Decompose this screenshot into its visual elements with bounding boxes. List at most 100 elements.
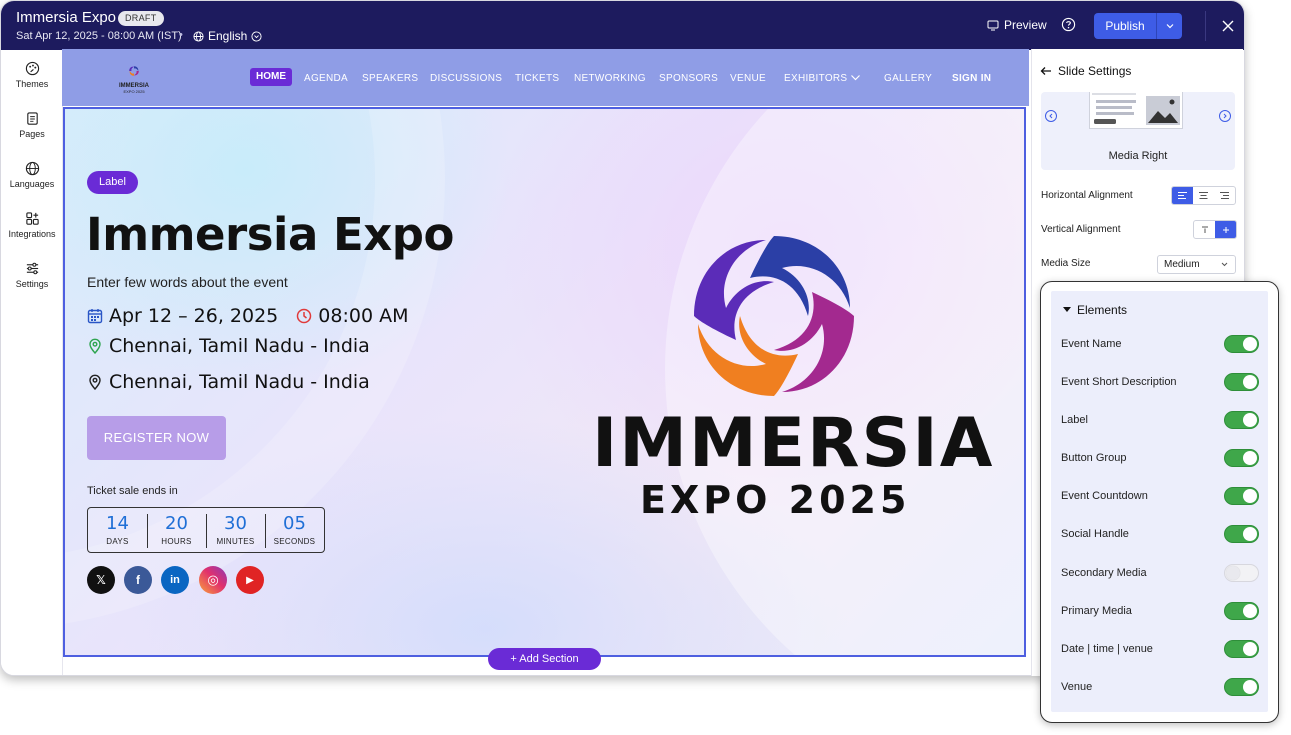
- element-row-primary-media: Primary Media: [1061, 602, 1259, 620]
- language-label: English: [208, 29, 248, 43]
- vertical-alignment-control: [1193, 220, 1237, 239]
- align-center-button[interactable]: [1193, 187, 1214, 204]
- layout-name: Media Right: [1108, 150, 1168, 162]
- top-bar: Immersia Expo DRAFT Sat Apr 12, 2025 - 0…: [1, 1, 1244, 50]
- close-icon[interactable]: [1221, 19, 1235, 33]
- sidebar-item-settings[interactable]: Settings: [1, 261, 63, 289]
- help-icon[interactable]: [1061, 17, 1076, 32]
- primary-media-logo-icon[interactable]: [690, 232, 858, 400]
- nav-agenda[interactable]: AGENDA: [304, 73, 348, 84]
- event-short-description-toggle[interactable]: [1224, 373, 1259, 391]
- location-pin-icon: [89, 374, 101, 390]
- countdown-value: 14: [106, 513, 129, 534]
- primary-media-toggle[interactable]: [1224, 602, 1259, 620]
- youtube-icon[interactable]: ▶: [236, 566, 264, 594]
- social-handle-toggle[interactable]: [1224, 525, 1259, 543]
- sidebar-item-languages[interactable]: Languages: [1, 161, 63, 189]
- nav-sponsors[interactable]: SPONSORS: [659, 73, 718, 84]
- site-logo[interactable]: IMMERSIA EXPO 2025: [116, 64, 152, 94]
- pages-icon: [26, 112, 38, 125]
- layout-thumbnail: [1089, 92, 1183, 129]
- back-arrow-icon[interactable]: [1040, 66, 1052, 76]
- secondary-media-toggle[interactable]: [1224, 564, 1259, 582]
- nav-sign-in[interactable]: SIGN IN: [952, 73, 991, 84]
- add-section-button[interactable]: + Add Section: [488, 648, 601, 670]
- nav-exhibitors[interactable]: EXHIBITORS: [784, 73, 847, 84]
- event-name[interactable]: Immersia Expo: [86, 208, 454, 261]
- hero-label-badge[interactable]: Label: [87, 171, 138, 194]
- nav-discussions[interactable]: DISCUSSIONS: [430, 73, 502, 84]
- nav-networking[interactable]: NETWORKING: [574, 73, 646, 84]
- button-group-toggle[interactable]: [1224, 449, 1259, 467]
- align-middle-icon: [1222, 226, 1229, 233]
- align-right-icon: [1220, 192, 1229, 199]
- integrations-icon: [25, 212, 39, 225]
- countdown-unit: MINUTES: [216, 537, 255, 546]
- align-right-button[interactable]: [1214, 187, 1235, 204]
- countdown-days: 14 DAYS: [88, 508, 147, 552]
- event-countdown-toggle[interactable]: [1224, 487, 1259, 505]
- media-size-value: Medium: [1164, 259, 1200, 270]
- element-row-venue: Venue: [1061, 678, 1259, 696]
- align-middle-button[interactable]: [1215, 221, 1236, 238]
- horizontal-alignment-control: [1171, 186, 1236, 205]
- register-now-button[interactable]: REGISTER NOW: [87, 416, 226, 460]
- logo-line2: EXPO 2025: [123, 89, 145, 94]
- previous-layout-button[interactable]: [1045, 110, 1057, 122]
- chevron-left-icon: [1049, 113, 1053, 119]
- stage: Immersia Expo DRAFT Sat Apr 12, 2025 - 0…: [0, 0, 1291, 735]
- preview-button[interactable]: Preview: [987, 18, 1047, 32]
- facebook-icon[interactable]: f: [124, 566, 152, 594]
- countdown-value: 05: [283, 513, 306, 534]
- logo-mark-icon: [129, 66, 139, 76]
- event-name-toggle[interactable]: [1224, 335, 1259, 353]
- element-row-event-short-description: Event Short Description: [1061, 373, 1259, 391]
- nav-speakers[interactable]: SPEAKERS: [362, 73, 418, 84]
- chevron-right-icon: [1223, 113, 1227, 119]
- sidebar-item-label: Themes: [15, 79, 49, 89]
- chevron-down-icon: [1166, 24, 1173, 29]
- palette-icon: [25, 61, 39, 76]
- align-left-button[interactable]: [1172, 187, 1193, 204]
- countdown-unit: DAYS: [106, 537, 129, 546]
- nav-home[interactable]: HOME: [250, 68, 292, 86]
- horizontal-alignment-label: Horizontal Alignment: [1041, 190, 1133, 201]
- media-size-select[interactable]: Medium: [1157, 255, 1236, 274]
- x-icon[interactable]: 𝕏: [87, 566, 115, 594]
- venue-toggle[interactable]: [1224, 678, 1259, 696]
- nav-gallery[interactable]: GALLERY: [884, 73, 932, 84]
- sidebar-item-integrations[interactable]: Integrations: [1, 211, 63, 239]
- sidebar-item-pages[interactable]: Pages: [1, 111, 63, 139]
- nav-venue[interactable]: VENUE: [730, 73, 766, 84]
- element-row-label: Label: [1061, 411, 1259, 429]
- element-row-social-handle: Social Handle: [1061, 525, 1259, 543]
- language-selector[interactable]: English: [193, 29, 262, 43]
- status-badge: DRAFT: [118, 11, 164, 26]
- element-label: Event Short Description: [1061, 376, 1177, 388]
- element-label: Event Name: [1061, 338, 1122, 350]
- sliders-icon: [26, 262, 38, 275]
- elements-header[interactable]: Elements: [1063, 303, 1127, 317]
- chevron-down-icon: [851, 75, 860, 81]
- countdown-minutes: 30 MINUTES: [206, 508, 265, 552]
- calendar-icon: [87, 309, 103, 324]
- element-row-event-name: Event Name: [1061, 335, 1259, 353]
- linkedin-icon[interactable]: in: [161, 566, 189, 594]
- next-layout-button[interactable]: [1219, 110, 1231, 122]
- slide-settings-header: Slide Settings: [1040, 64, 1131, 78]
- countdown-value: 20: [165, 513, 188, 534]
- align-center-icon: [1199, 192, 1208, 199]
- publish-options-button[interactable]: [1156, 13, 1182, 39]
- nav-tickets[interactable]: TICKETS: [515, 73, 559, 84]
- event-short-description[interactable]: Enter few words about the event: [87, 274, 288, 290]
- countdown-value: 30: [224, 513, 247, 534]
- element-row-event-countdown: Event Countdown: [1061, 487, 1259, 505]
- instagram-icon[interactable]: ◎: [199, 566, 227, 594]
- divider: [1205, 11, 1206, 41]
- venue-text: Chennai, Tamil Nadu - India: [109, 371, 370, 393]
- publish-button[interactable]: Publish: [1094, 13, 1182, 39]
- align-top-button[interactable]: [1194, 221, 1215, 238]
- label-toggle[interactable]: [1224, 411, 1259, 429]
- sidebar-item-themes[interactable]: Themes: [1, 61, 63, 89]
- date-time-venue-toggle[interactable]: [1224, 640, 1259, 658]
